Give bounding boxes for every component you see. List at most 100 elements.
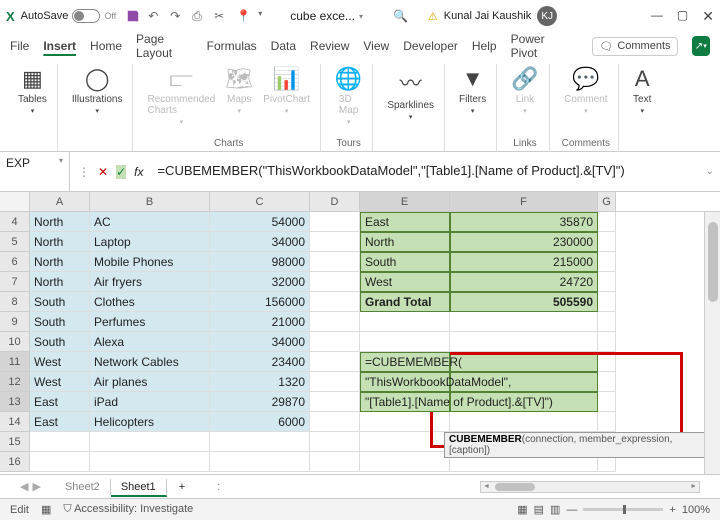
cell-E10[interactable] bbox=[360, 332, 450, 352]
cell-G7[interactable] bbox=[598, 272, 616, 292]
tab-insert[interactable]: Insert bbox=[43, 39, 76, 53]
cell-G8[interactable] bbox=[598, 292, 616, 312]
maximize-button[interactable]: ▢ bbox=[677, 8, 688, 25]
zoom-slider[interactable] bbox=[583, 508, 663, 511]
layout-view-icon[interactable]: ▤ bbox=[534, 503, 544, 516]
cell-A12[interactable]: West bbox=[30, 372, 90, 392]
tab-view[interactable]: View bbox=[363, 39, 389, 53]
tab-power-pivot[interactable]: Power Pivot bbox=[511, 32, 565, 60]
name-box[interactable]: EXP ▾ bbox=[0, 152, 70, 191]
row-header-7[interactable]: 7 bbox=[0, 272, 30, 292]
print-icon[interactable]: ⎙ bbox=[192, 9, 206, 23]
cell-E7[interactable]: West bbox=[360, 272, 450, 292]
cell-C14[interactable]: 6000 bbox=[210, 412, 310, 432]
cell-B8[interactable]: Clothes bbox=[90, 292, 210, 312]
row-header-13[interactable]: 13 bbox=[0, 392, 30, 412]
col-header-G[interactable]: G bbox=[598, 192, 616, 211]
cell-G5[interactable] bbox=[598, 232, 616, 252]
tab-file[interactable]: File bbox=[10, 39, 29, 53]
cell-B15[interactable] bbox=[90, 432, 210, 452]
cell-A8[interactable]: South bbox=[30, 292, 90, 312]
qat-dropdown-icon[interactable]: ▾ bbox=[258, 9, 272, 23]
cell-F4[interactable]: 35870 bbox=[450, 212, 598, 232]
cell-C12[interactable]: 1320 bbox=[210, 372, 310, 392]
row-header-4[interactable]: 4 bbox=[0, 212, 30, 232]
cell-D8[interactable] bbox=[310, 292, 360, 312]
select-all[interactable] bbox=[0, 192, 30, 211]
doc-dropdown-icon[interactable]: ▾ bbox=[359, 12, 363, 21]
cut-icon[interactable]: ✂ bbox=[214, 9, 228, 23]
add-sheet-button[interactable]: + bbox=[171, 481, 193, 493]
undo-icon[interactable]: ↶ bbox=[148, 9, 162, 23]
sparklines-button[interactable]: 〰Sparklines▾ bbox=[385, 64, 436, 123]
stats-icon[interactable]: ▦ bbox=[41, 503, 51, 516]
tab-home[interactable]: Home bbox=[90, 39, 122, 53]
cell-G11[interactable] bbox=[598, 352, 616, 372]
pagebreak-view-icon[interactable]: ▥ bbox=[550, 503, 560, 516]
dots-icon[interactable]: ⋮ bbox=[78, 165, 90, 179]
cell-E16[interactable] bbox=[360, 452, 450, 472]
tables-button[interactable]: ▦Tables▾ bbox=[16, 64, 49, 117]
autosave-toggle[interactable]: AutoSave Off bbox=[21, 9, 117, 23]
minimize-button[interactable]: — bbox=[651, 8, 663, 25]
accept-formula-button[interactable]: ✓ bbox=[116, 165, 126, 179]
col-header-A[interactable]: A bbox=[30, 192, 90, 211]
cell-G14[interactable] bbox=[598, 412, 616, 432]
horizontal-scrollbar[interactable] bbox=[480, 481, 700, 493]
cell-A10[interactable]: South bbox=[30, 332, 90, 352]
cell-E14[interactable] bbox=[360, 412, 450, 432]
expand-formula-icon[interactable]: ⌄ bbox=[700, 166, 720, 177]
cell-B10[interactable]: Alexa bbox=[90, 332, 210, 352]
cell-B11[interactable]: Network Cables bbox=[90, 352, 210, 372]
cell-B9[interactable]: Perfumes bbox=[90, 312, 210, 332]
row-header-10[interactable]: 10 bbox=[0, 332, 30, 352]
accessibility-status[interactable]: ⛉ Accessibility: Investigate bbox=[63, 503, 193, 516]
cell-A5[interactable]: North bbox=[30, 232, 90, 252]
cell-F11[interactable] bbox=[450, 352, 598, 372]
col-header-B[interactable]: B bbox=[90, 192, 210, 211]
col-header-D[interactable]: D bbox=[310, 192, 360, 211]
illustrations-button[interactable]: ◯Illustrations▾ bbox=[70, 64, 125, 117]
cell-F9[interactable] bbox=[450, 312, 598, 332]
cell-A4[interactable]: North bbox=[30, 212, 90, 232]
cell-B7[interactable]: Air fryers bbox=[90, 272, 210, 292]
cell-C15[interactable] bbox=[210, 432, 310, 452]
cell-D6[interactable] bbox=[310, 252, 360, 272]
share-button[interactable]: ↗▾ bbox=[692, 36, 710, 56]
cell-E5[interactable]: North bbox=[360, 232, 450, 252]
cell-C16[interactable] bbox=[210, 452, 310, 472]
cell-G6[interactable] bbox=[598, 252, 616, 272]
row-header-12[interactable]: 12 bbox=[0, 372, 30, 392]
cell-B14[interactable]: Helicopters bbox=[90, 412, 210, 432]
avatar-icon[interactable]: KJ bbox=[537, 6, 557, 26]
cell-B13[interactable]: iPad bbox=[90, 392, 210, 412]
cell-D9[interactable] bbox=[310, 312, 360, 332]
cell-A16[interactable] bbox=[30, 452, 90, 472]
tab-formulas[interactable]: Formulas bbox=[207, 39, 257, 53]
cell-B12[interactable]: Air planes bbox=[90, 372, 210, 392]
zoom-out-button[interactable]: — bbox=[566, 504, 577, 516]
fx-icon[interactable]: fx bbox=[134, 165, 143, 179]
cell-D11[interactable] bbox=[310, 352, 360, 372]
cell-B5[interactable]: Laptop bbox=[90, 232, 210, 252]
tab-review[interactable]: Review bbox=[310, 39, 349, 53]
cell-F7[interactable]: 24720 bbox=[450, 272, 598, 292]
cell-G13[interactable] bbox=[598, 392, 616, 412]
next-sheet-icon[interactable]: ▶ bbox=[32, 480, 40, 493]
formula-bar[interactable]: =CUBEMEMBER("ThisWorkbookDataModel","[Ta… bbox=[151, 161, 699, 182]
cell-A15[interactable] bbox=[30, 432, 90, 452]
sheet-tab-sheet1[interactable]: Sheet1 bbox=[111, 479, 167, 497]
row-header-8[interactable]: 8 bbox=[0, 292, 30, 312]
cell-A6[interactable]: North bbox=[30, 252, 90, 272]
cell-D7[interactable] bbox=[310, 272, 360, 292]
sheet-tab-sheet2[interactable]: Sheet2 bbox=[55, 479, 111, 495]
close-button[interactable]: ✕ bbox=[702, 8, 714, 25]
cell-A13[interactable]: East bbox=[30, 392, 90, 412]
cell-A7[interactable]: North bbox=[30, 272, 90, 292]
search-icon[interactable]: 🔍 bbox=[393, 9, 408, 23]
cell-C7[interactable]: 32000 bbox=[210, 272, 310, 292]
cell-E6[interactable]: South bbox=[360, 252, 450, 272]
col-header-F[interactable]: F bbox=[450, 192, 598, 211]
row-header-6[interactable]: 6 bbox=[0, 252, 30, 272]
tab-help[interactable]: Help bbox=[472, 39, 497, 53]
